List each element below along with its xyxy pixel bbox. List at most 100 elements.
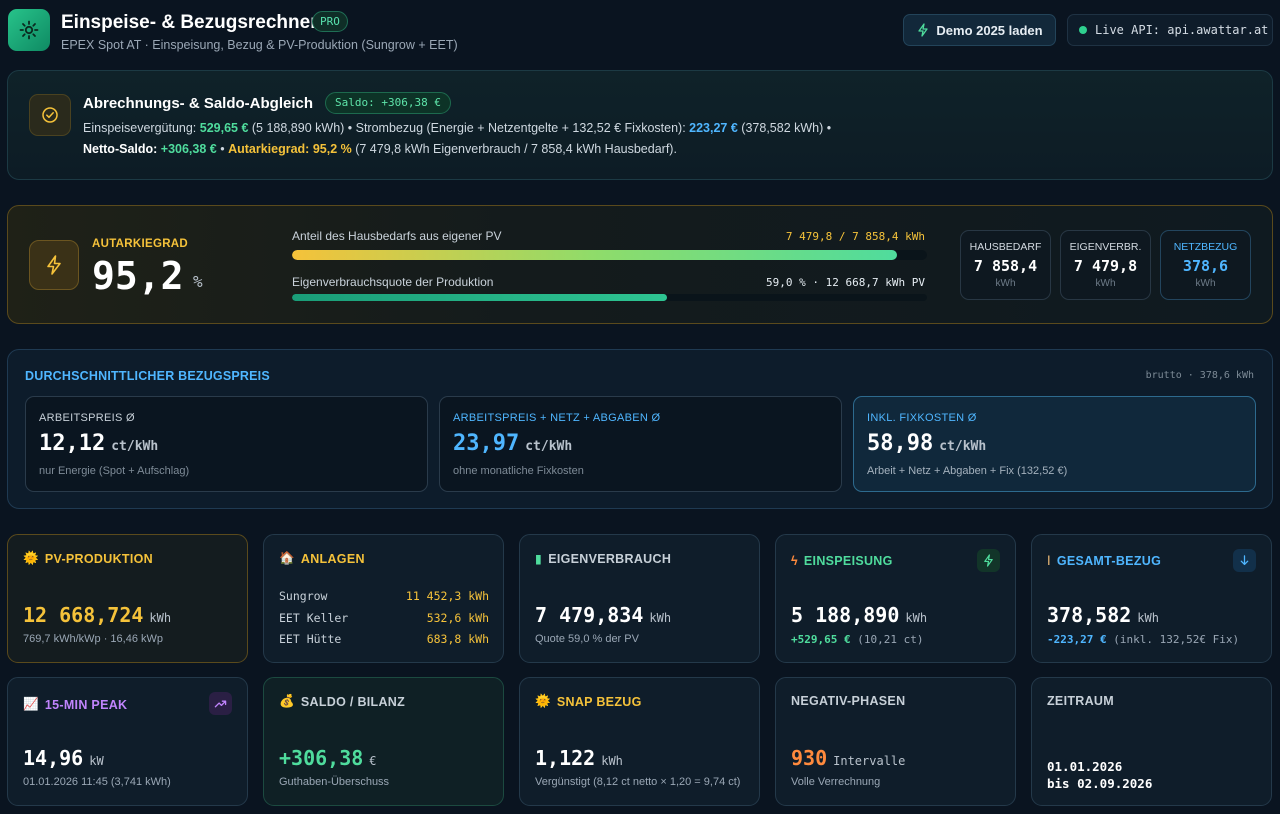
stat-eigenverbrauch: EIGENVERBR. 7 479,8 kWh — [1060, 230, 1151, 300]
check-circle-icon — [29, 94, 71, 136]
pro-badge: PRO — [312, 11, 348, 32]
preis-number: 23,97 — [453, 431, 520, 456]
preis-note: ohne monatliche Fixkosten — [453, 465, 584, 477]
card-head: 📈 15-MIN PEAK — [23, 697, 127, 712]
bar2-track — [292, 294, 927, 301]
load-demo-button[interactable]: Demo 2025 laden — [903, 14, 1056, 46]
card-value: 5 188,890 kWh — [791, 603, 927, 627]
card-head: 🏠 ANLAGEN — [279, 551, 365, 566]
text: (378,582 kWh) • — [737, 121, 832, 135]
autarkie-section: AUTARKIEGRAD 95,2 % Anteil des Hausbedar… — [7, 205, 1273, 324]
preis-label: ARBEITSPREIS Ø — [39, 412, 135, 424]
bar2-fill — [292, 294, 667, 301]
card-note: Quote 59,0 % der PV — [535, 633, 639, 645]
anlage-name: EET Keller — [279, 611, 349, 625]
trending-up-icon[interactable] — [209, 692, 232, 715]
stat-value: 378,6 — [1182, 257, 1229, 275]
value-unit: kWh — [905, 611, 928, 625]
value-number: 1,122 — [535, 746, 596, 770]
preis-card-netz: ARBEITSPREIS + NETZ + ABGABEN Ø 23,97 ct/… — [439, 396, 842, 492]
api-status: Live API: api.awattar.at — [1067, 14, 1273, 46]
card-head: 💰 SALDO / BILANZ — [279, 694, 405, 709]
card-zeitraum: ZEITRAUM 01.01.2026 bis 02.09.2026 — [1031, 677, 1272, 806]
stat-value: 7 479,8 — [1073, 257, 1138, 275]
preis-label: INKL. FIXKOSTEN Ø — [867, 412, 977, 424]
netto-amount: +306,38 € — [160, 142, 217, 156]
autarkie-text: Autarkiegrad: 95,2 % — [228, 142, 352, 156]
autarkie-value: 95,2 — [92, 254, 184, 298]
card-title: SNAP BEZUG — [556, 694, 642, 709]
text: (5 188,890 kWh) • Strombezug (Energie + … — [248, 121, 690, 135]
load-demo-label: Demo 2025 laden — [936, 22, 1043, 38]
value-number: +306,38 — [279, 746, 364, 770]
stat-label: HAUSBEDARF — [969, 241, 1042, 253]
app-subtitle: EPEX Spot AT · Einspeisung, Bezug & PV-P… — [61, 38, 458, 52]
card-value: +306,38 € — [279, 746, 377, 770]
note-amount: -223,27 € — [1047, 633, 1107, 646]
bolt-icon: ϟ — [791, 554, 798, 568]
value-number: 7 479,834 — [535, 603, 644, 627]
value-number: 378,582 — [1047, 603, 1132, 627]
value-number: 14,96 — [23, 746, 84, 770]
bezug-amount: 223,27 € — [689, 121, 738, 135]
plug-icon: ǀ — [1047, 554, 1051, 568]
card-head: ZEITRAUM — [1047, 694, 1114, 708]
autarkie-unit: % — [193, 272, 203, 291]
bar2-label: Eigenverbrauchsquote der Produktion — [292, 275, 494, 289]
saldo-section: Abrechnungs- & Saldo-Abgleich Saldo: +30… — [7, 70, 1273, 180]
preis-note: Arbeit + Netz + Abgaben + Fix (132,52 €) — [867, 465, 1068, 477]
card-title: 15-MIN PEAK — [44, 697, 128, 712]
preis-title: DURCHSCHNITTLICHER BEZUGSPREIS — [25, 369, 270, 383]
card-head: NEGATIV-PHASEN — [791, 694, 905, 708]
card-saldo-bilanz: 💰 SALDO / BILANZ +306,38 € Guthaben-Übersc… — [263, 677, 504, 806]
card-head: 🌞 SNAP BEZUG — [535, 694, 642, 709]
text: (7 479,8 kWh Eigenverbrauch / 7 858,4 kW… — [351, 142, 677, 156]
card-title: PV-PRODUKTION — [44, 551, 153, 566]
preis-unit: ct/kWh — [525, 439, 573, 454]
card-value: 7 479,834 kWh — [535, 603, 671, 627]
card-gesamt-bezug: ǀ GESAMT-BEZUG 378,582 kWh -223,27 € (inkl… — [1031, 534, 1272, 663]
value-number: 930 — [791, 746, 828, 770]
sun-icon: 🌞 — [23, 551, 39, 565]
status-dot-icon — [1079, 26, 1087, 34]
preis-note: nur Energie (Spot + Aufschlag) — [39, 465, 190, 477]
preis-value: 58,98 ct/kWh — [867, 431, 986, 456]
bar1-value: 7 479,8 / 7 858,4 kWh — [785, 230, 925, 243]
saldo-badge: Saldo: +306,38 € — [325, 92, 451, 114]
card-pv-produktion: 🌞 PV-PRODUKTION 12 668,724 kWh 769,7 kWh/k… — [7, 534, 248, 663]
card-value: 1,122 kWh — [535, 746, 623, 770]
bar1-track — [292, 250, 927, 260]
card-note: +529,65 € (10,21 ct) — [791, 633, 923, 646]
text: • — [216, 142, 229, 156]
card-value: 378,582 kWh — [1047, 603, 1159, 627]
bolt-icon — [29, 240, 79, 290]
einspeisung-bolt-icon[interactable] — [977, 549, 1000, 572]
saldo-summary-line-1: Einspeisevergütung: 529,65 € (5 188,890 … — [83, 121, 831, 135]
card-title: NEGATIV-PHASEN — [791, 694, 906, 708]
card-value: 12 668,724 kWh — [23, 603, 171, 627]
stat-netzbezug: NETZBEZUG 378,6 kWh — [1160, 230, 1251, 300]
anlage-value: 532,6 kWh — [426, 611, 489, 625]
text: Einspeisevergütung: — [83, 121, 200, 135]
einspeise-amount: 529,65 € — [199, 121, 249, 135]
value-unit: kWh — [601, 754, 623, 768]
battery-icon: ▮ — [535, 552, 543, 566]
value-unit: € — [369, 754, 377, 768]
sun-logo-icon — [8, 9, 50, 51]
preis-meta: brutto · 378,6 kWh — [1145, 370, 1254, 381]
sun-icon: 🌞 — [535, 694, 551, 708]
value-number: 12 668,724 — [23, 603, 144, 627]
card-head: ▮ EIGENVERBRAUCH — [535, 551, 672, 567]
bar1-label: Anteil des Hausbedarfs aus eigener PV — [292, 229, 502, 243]
house-icon: 🏠 — [279, 551, 295, 565]
stat-unit: kWh — [1095, 278, 1116, 289]
card-note: 769,7 kWh/kWp · 16,46 kWp — [23, 633, 163, 645]
anlage-value: 11 452,3 kWh — [405, 589, 489, 603]
stat-label: NETZBEZUG — [1173, 241, 1238, 253]
bolt-icon — [918, 23, 929, 37]
card-15min-peak: 📈 15-MIN PEAK 14,96 kW 01.01.2026 11:45 (3… — [7, 677, 248, 806]
anlage-row: Sungrow 11 452,3 kWh — [279, 589, 489, 603]
card-eigenverbrauch: ▮ EIGENVERBRAUCH 7 479,834 kWh Quote 59,0 … — [519, 534, 760, 663]
card-title: EIGENVERBRAUCH — [548, 551, 672, 566]
arrow-down-icon[interactable] — [1233, 549, 1256, 572]
